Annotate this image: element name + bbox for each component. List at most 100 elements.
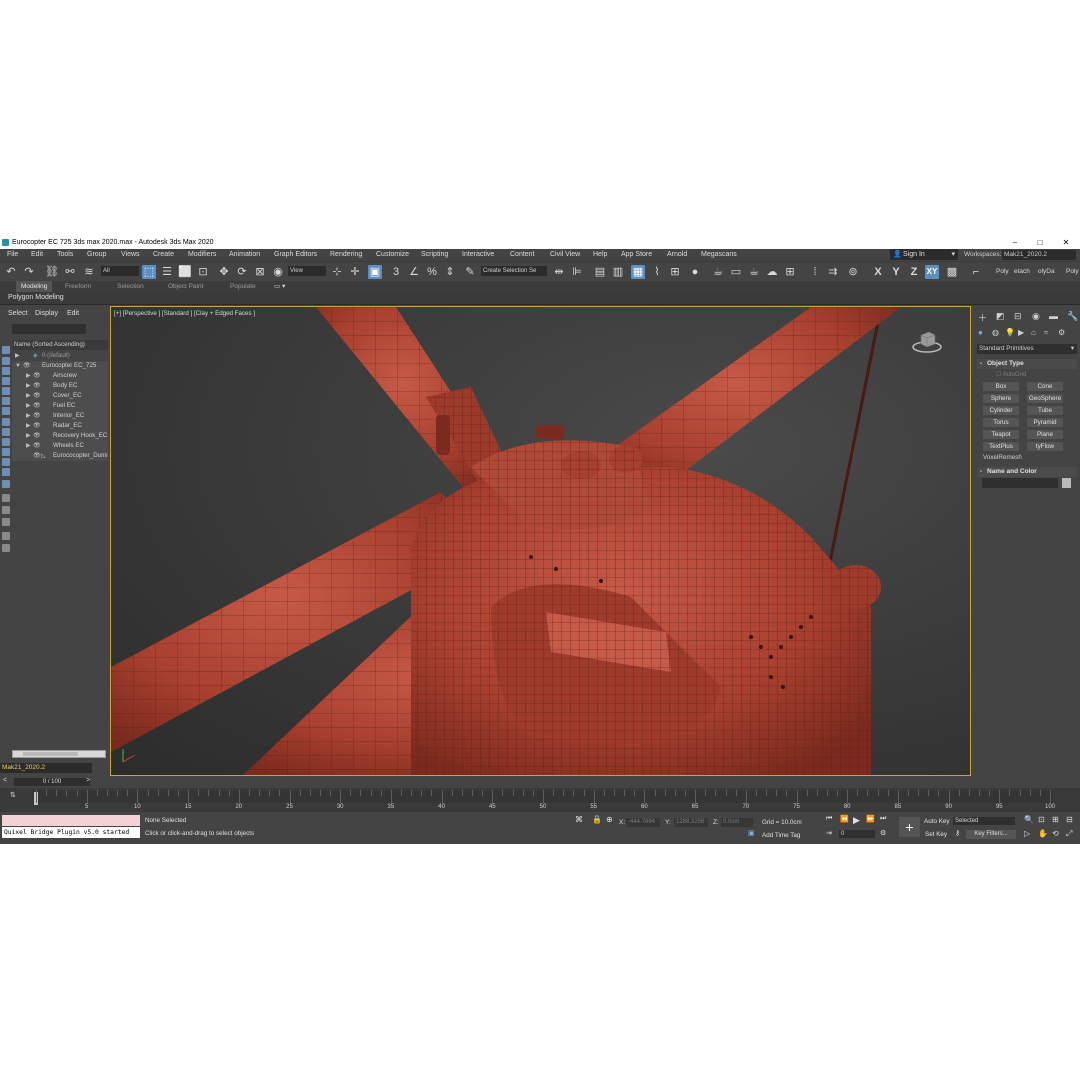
display-groups-icon[interactable] <box>2 418 10 426</box>
display-shapes-icon[interactable] <box>2 367 10 375</box>
render-iterative-icon[interactable]: ⊞ <box>783 265 797 279</box>
zoom-extents-all-icon[interactable]: ⊟ <box>1066 815 1073 824</box>
toggle-scene-explorer-icon[interactable]: ▤ <box>593 265 607 279</box>
filter-icon[interactable] <box>2 518 10 526</box>
expand-icon[interactable]: ▶ <box>26 391 31 401</box>
spinner-snap-icon[interactable]: ⇕ <box>443 265 457 279</box>
menu-tools[interactable]: Tools <box>57 249 73 261</box>
explorer-menu-select[interactable]: Select <box>8 310 27 317</box>
explorer-menu-edit[interactable]: Edit <box>67 310 79 317</box>
modify-tab-icon[interactable]: ◩ <box>996 311 1005 322</box>
snap-distribute-icon[interactable]: ⇉ <box>826 265 840 279</box>
tree-item[interactable]: ▶ 👁 Recovery Hook_EC <box>12 431 108 441</box>
tree-item[interactable]: ▶ 👁 Fuel EC <box>12 401 108 411</box>
expand-icon[interactable]: ▶ <box>26 401 31 411</box>
x-coord-input[interactable]: -444.7894 <box>626 818 660 827</box>
collapse-icon[interactable]: ▼ <box>15 361 21 371</box>
render-production-icon[interactable]: ☕ <box>747 265 761 279</box>
menu-file[interactable]: File <box>7 249 18 261</box>
display-helpers-icon[interactable] <box>2 397 10 405</box>
ribbon-panel-polygon-modeling[interactable]: Polygon Modeling <box>8 292 64 304</box>
eye-icon[interactable]: 👁 <box>33 391 41 401</box>
select-scale-icon[interactable]: ⊠ <box>253 265 267 279</box>
zoom-extents-icon[interactable]: ⊞ <box>1052 815 1059 824</box>
display-containers-icon[interactable] <box>2 448 10 456</box>
keyboard-shortcut-override-icon[interactable]: ▣ <box>368 265 382 279</box>
menu-megascans[interactable]: Megascans <box>701 249 737 261</box>
time-configuration-icon[interactable]: ⚙ <box>880 829 886 837</box>
eye-icon[interactable]: 👁 <box>33 431 41 441</box>
key-mode-toggle-icon[interactable]: ⇥ <box>826 829 832 837</box>
eye-icon[interactable]: 👁 <box>33 441 41 451</box>
eye-icon[interactable]: 👁 <box>33 381 41 391</box>
plane-button[interactable]: Plane <box>1027 430 1063 439</box>
expand-icon[interactable]: ▶ <box>26 411 31 421</box>
tree-item[interactable]: ▶ 👁 Cover_EC <box>12 391 108 401</box>
perspective-viewport[interactable]: [+] [Perspective ] [Standard ] [Clay + E… <box>110 306 971 776</box>
set-key-button[interactable]: Set Key <box>925 831 947 838</box>
current-layer-select[interactable]: Mak21_2020.2 <box>0 763 92 773</box>
menu-views[interactable]: Views <box>121 249 140 261</box>
key-mode-select[interactable]: Selected <box>953 817 1015 825</box>
textplus-button[interactable]: TextPlus <box>983 442 1019 451</box>
tree-item[interactable]: ▶ 👁 Interior_EC <box>12 411 108 421</box>
toggle-layer-explorer-icon[interactable]: ▥ <box>611 265 625 279</box>
menu-rendering[interactable]: Rendering <box>330 249 362 261</box>
pan-icon[interactable]: ✋ <box>1038 829 1048 838</box>
play-icon[interactable]: ▶ <box>853 815 860 826</box>
box-button[interactable]: Box <box>983 382 1019 391</box>
edit-named-selection-icon[interactable]: ✎ <box>463 265 477 279</box>
tab-populate[interactable]: Populate <box>230 281 256 292</box>
menu-modifiers[interactable]: Modifiers <box>188 249 216 261</box>
minimize-button[interactable]: – <box>1005 236 1025 249</box>
tree-item[interactable]: ▶ ◈ 0 (default) <box>12 351 108 361</box>
tree-item[interactable]: ▶ 👁 Airscrew <box>12 371 108 381</box>
primitive-category-select[interactable]: Standard Primitives ▾ <box>977 344 1077 354</box>
rect-selection-icon[interactable]: ⬜ <box>178 265 192 279</box>
motion-tab-icon[interactable]: ◉ <box>1032 311 1040 322</box>
time-tag-icon[interactable]: ▣ <box>748 829 755 837</box>
expand-icon[interactable]: ▶ <box>26 441 31 451</box>
lights-icon[interactable]: 💡 <box>1005 328 1015 337</box>
render-setup-icon[interactable]: ☕ <box>711 265 725 279</box>
named-selection-set-select[interactable]: Create Selection Se <box>481 266 547 276</box>
layer-manager-icon[interactable]: ▩ <box>945 265 959 279</box>
sphere-button[interactable]: Sphere <box>983 394 1019 403</box>
link-icon[interactable]: ⛓ <box>45 265 59 279</box>
axis-x-button[interactable]: X <box>871 265 885 279</box>
current-frame-input[interactable]: 0 <box>839 830 875 838</box>
maximize-button[interactable]: □ <box>1030 236 1050 249</box>
eye-icon[interactable]: 👁 <box>33 371 41 381</box>
rollout-object-type[interactable]: - Object Type <box>977 359 1077 369</box>
menu-civil-view[interactable]: Civil View <box>550 249 580 261</box>
tab-modeling[interactable]: Modeling <box>16 281 53 292</box>
maxscript-listener-input[interactable] <box>2 815 140 826</box>
find-icon[interactable] <box>2 506 10 514</box>
scrollbar-thumb[interactable] <box>23 752 78 756</box>
field-of-view-icon[interactable]: ▷ <box>1024 829 1030 838</box>
place-icon[interactable]: ◉ <box>271 265 285 279</box>
display-none-icon[interactable] <box>2 480 10 488</box>
edit-poly-icon[interactable]: ⌐ <box>969 265 983 279</box>
menu-graph-editors[interactable]: Graph Editors <box>274 249 317 261</box>
zoom-icon[interactable]: 🔍 <box>1024 815 1034 824</box>
display-geometry-icon[interactable] <box>2 357 10 365</box>
object-color-swatch[interactable] <box>1062 478 1071 488</box>
cameras-icon[interactable]: ▶ <box>1018 328 1024 337</box>
selection-lock-icon[interactable]: 🔒 <box>592 815 602 824</box>
go-to-start-icon[interactable]: ⏮ <box>826 815 832 823</box>
sign-in-button[interactable]: 👤 Sign In ▾ <box>890 249 958 260</box>
time-slider[interactable]: 0 / 100 <box>14 778 90 786</box>
snap-grid-icon[interactable]: ⁞ <box>808 265 822 279</box>
select-by-name-icon[interactable]: ☰ <box>160 265 174 279</box>
window-crossing-icon[interactable]: ⊡ <box>196 265 210 279</box>
trackbar-area[interactable]: 0510152025303540455055606570758085909510… <box>33 790 1055 810</box>
select-move-icon[interactable]: ✥ <box>217 265 231 279</box>
add-time-tag-button[interactable]: Add Time Tag <box>762 832 800 839</box>
explorer-horizontal-scrollbar[interactable] <box>12 750 106 758</box>
menu-customize[interactable]: Customize <box>376 249 409 261</box>
reference-coordinate-select[interactable]: View <box>288 266 326 276</box>
tab-selection[interactable]: Selection <box>117 281 144 292</box>
zoom-all-icon[interactable]: ⊡ <box>1038 815 1045 824</box>
voxelremesh-button[interactable]: VoxelRemesh <box>983 454 1022 461</box>
